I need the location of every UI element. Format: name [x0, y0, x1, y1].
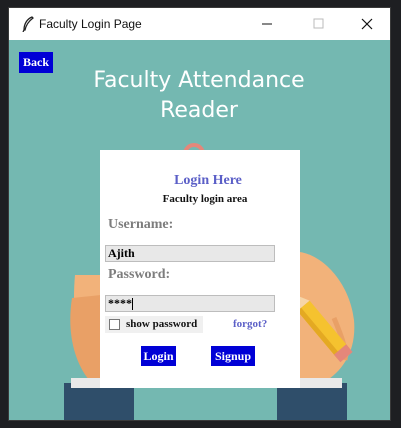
- password-field[interactable]: ****: [105, 295, 275, 312]
- show-password-checkbox[interactable]: [109, 319, 120, 330]
- page-heading: Faculty Attendance Reader: [69, 66, 329, 126]
- forgot-password-link[interactable]: forgot?: [233, 318, 267, 330]
- text-cursor: [132, 298, 133, 311]
- minimize-icon: [262, 23, 272, 25]
- maximize-icon: [313, 18, 324, 29]
- window-content: Back Faculty Attendance Reader Login Her…: [9, 40, 390, 420]
- maximize-button[interactable]: [296, 8, 342, 40]
- close-icon: [361, 18, 373, 30]
- close-button[interactable]: [344, 8, 390, 40]
- username-field[interactable]: Ajith: [105, 245, 275, 262]
- login-card: Login Here Faculty login area Username: …: [100, 150, 300, 388]
- login-button[interactable]: Login: [141, 346, 176, 366]
- password-value: ****: [108, 296, 132, 310]
- minimize-button[interactable]: [244, 8, 290, 40]
- feather-icon: [22, 16, 34, 32]
- login-title: Login Here: [174, 173, 242, 188]
- signup-button[interactable]: Signup: [211, 346, 255, 366]
- back-button[interactable]: Back: [19, 52, 53, 73]
- page-heading-line1: Faculty Attendance: [93, 68, 305, 93]
- window-title: Faculty Login Page: [39, 17, 142, 31]
- show-password-label[interactable]: show password: [126, 318, 197, 330]
- login-subtitle: Faculty login area: [162, 193, 248, 205]
- title-bar: Faculty Login Page: [9, 8, 390, 40]
- password-label: Password:: [108, 267, 171, 282]
- app-window: Faculty Login Page Back Faculty Attendan…: [9, 8, 390, 420]
- page-heading-line2: Reader: [160, 98, 238, 123]
- username-label: Username:: [108, 217, 174, 232]
